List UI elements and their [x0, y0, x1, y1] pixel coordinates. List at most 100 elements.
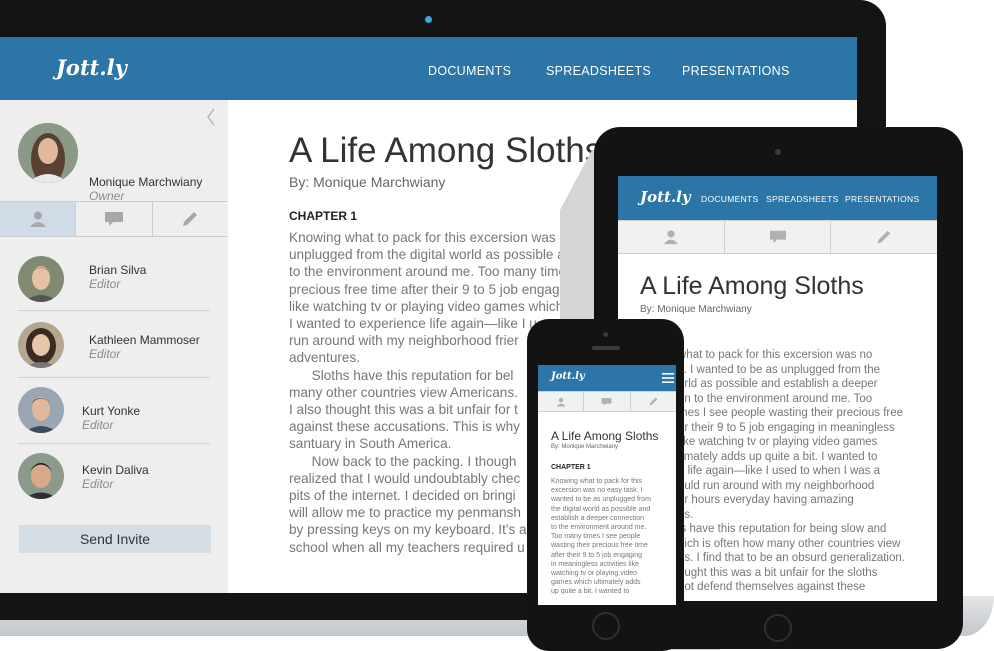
collaborator-role: Editor [89, 277, 121, 291]
document-title: A Life Among Sloths [551, 429, 659, 443]
document-line: Too many times I see people [551, 533, 641, 541]
document-byline: By: Monique Marchwiany [640, 304, 752, 315]
document-byline: By: Monique Marchwiany [289, 174, 446, 190]
avatar [18, 453, 64, 499]
nav-presentations[interactable]: PRESENTATIONS [682, 64, 790, 78]
tablet-camera [775, 149, 781, 155]
laptop-camera [425, 16, 432, 23]
document-line: ought this was a bit unfair for the slot… [678, 566, 878, 579]
document-line: ould run around with my neighborhood [678, 479, 875, 492]
document-line: or hours everyday having amazing [678, 494, 854, 506]
document-line: wasting their precious free time [551, 542, 648, 550]
tab-edit[interactable] [153, 202, 228, 236]
chevron-left-icon[interactable] [206, 108, 216, 126]
person-icon [663, 230, 678, 245]
divider [18, 377, 210, 378]
app-logo[interactable]: Jott.ly [551, 371, 585, 382]
pencil-icon [649, 397, 658, 406]
document-line: the digital world as possible and [551, 505, 651, 513]
collaborator-role: Editor [82, 477, 114, 491]
phone-speaker [592, 346, 620, 350]
divider [18, 310, 210, 311]
document-line: watching tv or playing video [551, 570, 637, 578]
nav-documents[interactable]: DOCUMENTS [701, 194, 758, 204]
document-line: after their 9 to 5 job engaging [551, 551, 643, 559]
document-line: er their 9 to 5 job engaging in meaningl… [678, 421, 895, 434]
nav-presentations[interactable]: PRESENTATIONS [845, 194, 919, 204]
divider [18, 443, 210, 444]
tab-edit[interactable] [631, 392, 676, 411]
document-line: es. [678, 508, 694, 521]
send-invite-button[interactable]: Send Invite [19, 525, 211, 553]
sidebar-tabs [0, 201, 228, 237]
hamburger-menu-icon[interactable] [662, 372, 674, 384]
pencil-icon [183, 212, 198, 226]
tab-people[interactable] [618, 221, 725, 253]
document-line: to the environment around me. [551, 524, 647, 532]
tab-comments[interactable] [76, 202, 153, 236]
document-title: A Life Among Sloths [289, 131, 603, 170]
document-line: mes I see people wasting their precious … [678, 407, 904, 419]
speech-bubble-icon [104, 212, 123, 226]
document-body[interactable]: what to pack for this excersion was no k.… [678, 348, 937, 595]
app-logo[interactable]: Jott.ly [640, 188, 691, 206]
app-logo[interactable]: Jott.ly [56, 55, 127, 80]
document-line: Knowing what to pack for this [551, 478, 643, 485]
tab-comments[interactable] [584, 392, 631, 411]
nav-spreadsheets[interactable]: SPREADSHEETS [546, 64, 651, 78]
document-line: like watching tv or playing video games [678, 436, 878, 448]
document-line: ns. I find that to be an obsurd generali… [678, 552, 905, 564]
phone-screen: Jott.ly A Life Among Sloths By: Monique … [538, 365, 676, 605]
avatar [18, 387, 64, 433]
nav-spreadsheets[interactable]: SPREADSHEETS [766, 194, 839, 204]
document-body[interactable]: Knowing what to pack for this excersion w… [551, 477, 671, 597]
document-title: A Life Among Sloths [640, 272, 864, 300]
document-line: games which ultimately adds [551, 579, 641, 587]
speech-bubble-icon [769, 230, 786, 244]
document-line: hich is often how many other countries v… [678, 537, 901, 550]
nav-documents[interactable]: DOCUMENTS [428, 64, 511, 78]
document-line: is have this reputation for being slow a… [678, 523, 887, 535]
document-line: timately adds up quite a bit. I wanted t… [678, 450, 878, 463]
document-byline: By: Monique Marchwiany [551, 444, 619, 450]
document-line: wanted to be as unplugged from [551, 496, 652, 504]
collaborator-name: Brian Silva [89, 263, 147, 277]
owner-name: Monique Marchwiany [89, 175, 203, 189]
collaborator-role: Editor [89, 347, 121, 361]
avatar [18, 322, 64, 368]
tab-comments[interactable] [725, 221, 832, 253]
collaborators-sidebar: Monique Marchwiany Owner Brian Silva Edi… [0, 100, 228, 593]
collaborator-name: Kathleen Mammoser [89, 333, 200, 347]
document-line: e life again—like I used to when I was a [678, 465, 881, 477]
collaborator-role: Editor [82, 418, 114, 432]
tab-edit[interactable] [831, 221, 937, 253]
document-line: what to pack for this excersion was no [678, 349, 873, 361]
chapter-heading: CHAPTER 1 [289, 209, 358, 223]
document-line: up quite a bit. I wanted to [551, 588, 630, 596]
document-line: on to the environment around me. Too [678, 392, 873, 405]
app-header: Jott.ly [538, 365, 676, 391]
sidebar-tabs [618, 220, 937, 254]
document-line: k. I wanted to be as unplugged from the [678, 363, 881, 376]
tab-people[interactable] [0, 202, 77, 236]
pencil-icon [877, 230, 891, 244]
person-icon [556, 397, 566, 406]
document-line: excersion was no easy task. I [551, 487, 643, 495]
chapter-heading: CHAPTER 1 [551, 464, 591, 471]
document-line: in meaningless activities like [551, 560, 639, 568]
speech-bubble-icon [602, 397, 612, 406]
app-header: Jott.ly DOCUMENTS SPREADSHEETS PRESENTAT… [618, 176, 937, 220]
tablet-home-button [764, 614, 792, 642]
collaborator-name: Kevin Daliva [82, 463, 149, 477]
collaborator-name: Kurt Yonke [82, 404, 141, 418]
avatar [18, 123, 78, 183]
avatar [18, 256, 64, 302]
person-icon [29, 211, 46, 227]
app-header: Jott.ly DOCUMENTS SPREADSHEETS PRESENTAT… [0, 37, 857, 100]
tab-people[interactable] [538, 392, 585, 411]
sidebar-tabs [538, 391, 676, 412]
phone-camera [603, 332, 608, 337]
phone-home-button [592, 612, 620, 640]
document-line: orld as possible and establish a deeper [678, 378, 878, 390]
document-line: not defend themselves against these [678, 581, 866, 593]
